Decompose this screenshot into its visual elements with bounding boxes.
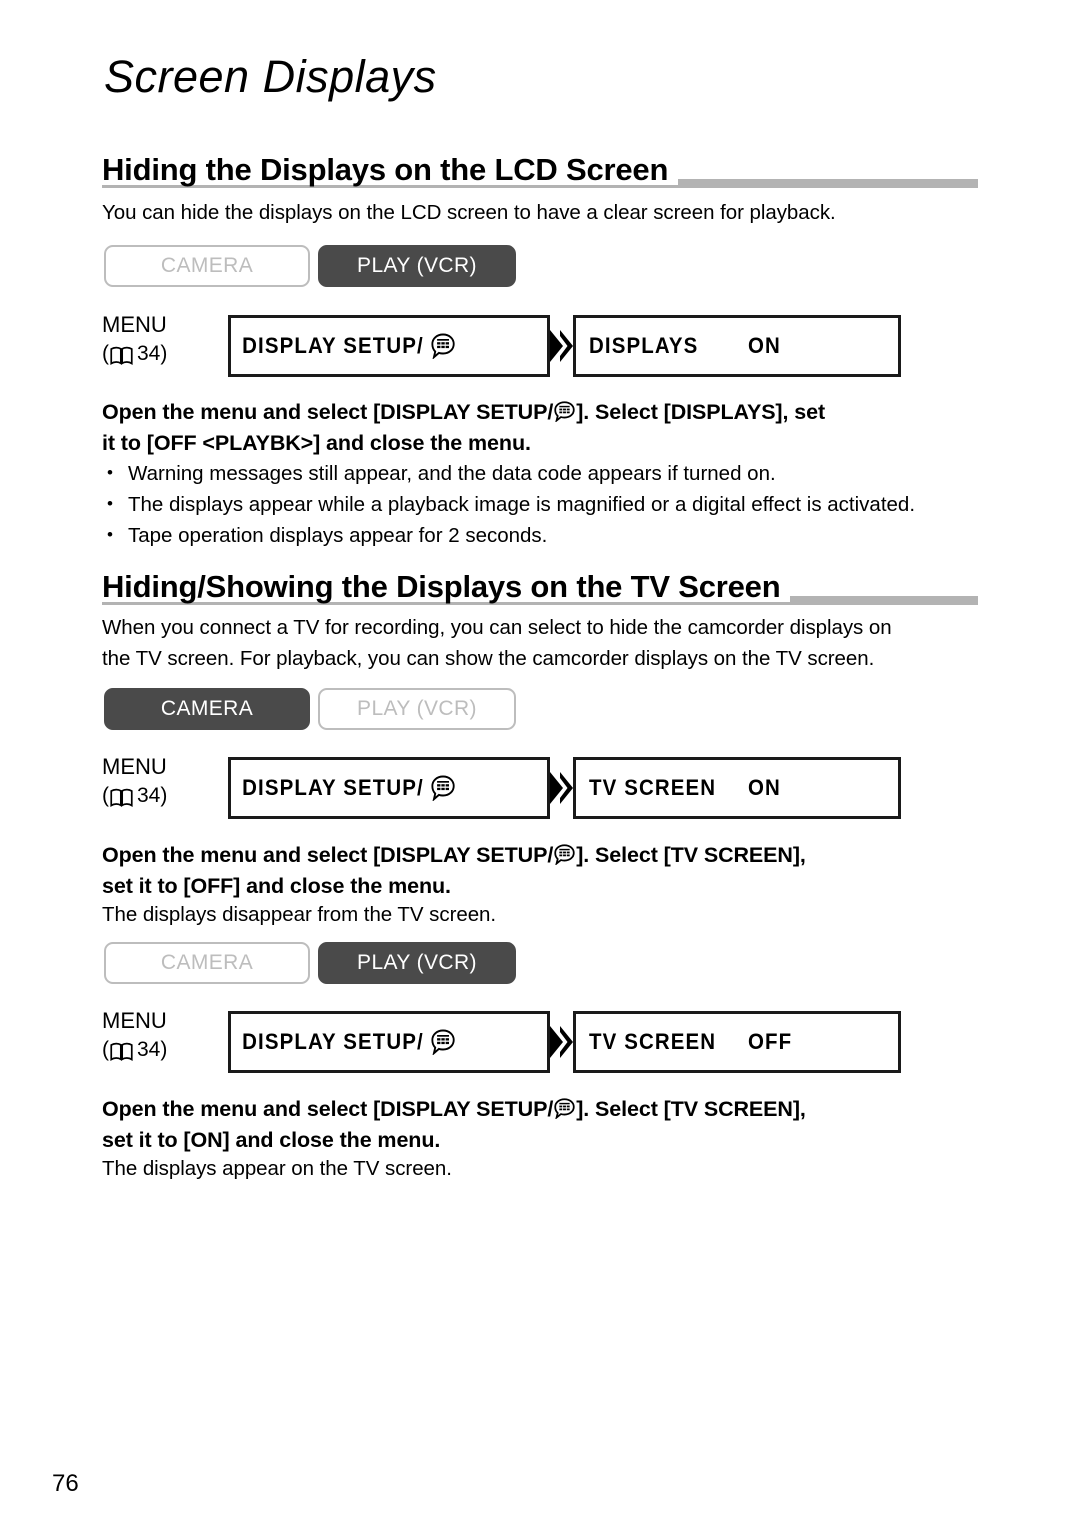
mode-button-camera[interactable]: CAMERA (104, 942, 310, 984)
display-setup-icon (431, 775, 455, 802)
page-title: Screen Displays (104, 51, 437, 102)
menu-page-reference-2: ( 34) (102, 784, 168, 807)
section-1-heading-text: Hiding the Displays on the LCD Screen (102, 154, 679, 185)
section-1-bullets: Warning messages still appear, and the d… (102, 457, 1002, 551)
menu-label-3-text: MENU (102, 1008, 167, 1033)
menu-box-2-value: ON (748, 775, 781, 800)
display-setup-icon (431, 333, 455, 360)
menu-box-2-label: DISPLAYS (589, 333, 699, 358)
section-2-heading: Hiding/Showing the Displays on the TV Sc… (102, 563, 980, 605)
mode-button-play-vcr-label: PLAY (VCR) (357, 697, 477, 720)
menu-label-2: MENU ( 34) (102, 753, 222, 810)
section-1-instruction-line1: Open the menu and select [DISPLAY SETUP/… (102, 400, 826, 424)
menu-box-1-label: DISPLAY SETUP/ (231, 775, 455, 802)
mode-button-play-vcr-label: PLAY (VCR) (357, 951, 477, 974)
menu-box-display-setup-3[interactable]: DISPLAY SETUP/ (228, 1011, 550, 1073)
section-2-intro-line1: When you connect a TV for recording, you… (102, 616, 892, 639)
menu-box-1-label: DISPLAY SETUP/ (231, 333, 455, 360)
section-2-instruction-line2: set it to [OFF] and close the menu. (102, 874, 451, 898)
flow-arrow-icon (549, 1025, 573, 1059)
menu-page-reference-3: ( 34) (102, 1038, 168, 1061)
menu-box-2-value: ON (748, 333, 781, 358)
section-1-instruction-line2: it to [OFF <PLAYBK>] and close the menu. (102, 431, 531, 455)
section-hiding-showing-tv: Hiding/Showing the Displays on the TV Sc… (0, 563, 1080, 605)
section-2-result: The displays disappear from the TV scree… (102, 903, 497, 926)
section-1-intro: You can hide the displays on the LCD scr… (102, 201, 836, 224)
menu-box-2-label: TV SCREEN (589, 775, 717, 800)
mode-button-play-vcr[interactable]: PLAY (VCR) (318, 245, 516, 287)
section-3-result: The displays appear on the TV screen. (102, 1157, 452, 1180)
menu-box-displays-1[interactable]: DISPLAYS ON (573, 315, 901, 377)
menu-label-1-text: MENU (102, 312, 167, 337)
menu-page-reference-1: ( 34) (102, 342, 168, 365)
section-2-heading-text: Hiding/Showing the Displays on the TV Sc… (102, 571, 791, 602)
section-1-instruction: Open the menu and select [DISPLAY SETUP/… (102, 397, 982, 459)
mode-button-camera[interactable]: CAMERA (104, 245, 310, 287)
display-setup-icon (554, 843, 575, 866)
section-1-heading: Hiding the Displays on the LCD Screen (102, 146, 980, 188)
document-page: Screen Displays Hiding the Displays on t… (0, 0, 1080, 1534)
menu-box-2-label: TV SCREEN (589, 1029, 717, 1054)
menu-box-display-setup-1[interactable]: DISPLAY SETUP/ (228, 315, 550, 377)
menu-box-2-value: OFF (748, 1029, 793, 1054)
mode-button-camera-label: CAMERA (160, 254, 254, 277)
section-2-instruction: Open the menu and select [DISPLAY SETUP/… (102, 840, 982, 902)
mode-button-camera[interactable]: CAMERA (104, 688, 310, 730)
mode-button-camera-label: CAMERA (160, 951, 254, 974)
menu-label-3: MENU ( 34) (102, 1007, 222, 1064)
flow-arrow-icon (549, 329, 573, 363)
page-number: 76 (52, 1470, 79, 1497)
section-hiding-lcd: Hiding the Displays on the LCD Screen (0, 146, 1080, 188)
book-icon (110, 345, 133, 365)
list-item: The displays appear while a playback ima… (102, 488, 1002, 520)
menu-box-display-setup-2[interactable]: DISPLAY SETUP/ (228, 757, 550, 819)
list-item: Tape operation displays appear for 2 sec… (102, 519, 1002, 551)
menu-box-1-label: DISPLAY SETUP/ (231, 1029, 455, 1056)
menu-label-2-text: MENU (102, 754, 167, 779)
mode-button-play-vcr-label: PLAY (VCR) (357, 254, 477, 277)
section-2-intro: When you connect a TV for recording, you… (102, 612, 992, 674)
mode-button-play-vcr[interactable]: PLAY (VCR) (318, 688, 516, 730)
menu-label-1: MENU ( 34) (102, 311, 222, 368)
section-2-intro-line2: the TV screen. For playback, you can sho… (102, 647, 875, 670)
book-icon (110, 787, 133, 807)
mode-button-play-vcr[interactable]: PLAY (VCR) (318, 942, 516, 984)
menu-box-tv-screen-3[interactable]: TV SCREEN OFF (573, 1011, 901, 1073)
display-setup-icon (431, 1029, 455, 1056)
mode-button-camera-label: CAMERA (160, 697, 254, 720)
section-2-instruction-line1: Open the menu and select [DISPLAY SETUP/… (102, 843, 806, 867)
display-setup-icon (554, 400, 575, 423)
book-icon (110, 1041, 133, 1061)
menu-box-tv-screen-2[interactable]: TV SCREEN ON (573, 757, 901, 819)
section-3-instruction-line2: set it to [ON] and close the menu. (102, 1128, 441, 1152)
display-setup-icon (554, 1097, 575, 1120)
flow-arrow-icon (549, 771, 573, 805)
list-item: Warning messages still appear, and the d… (102, 457, 1002, 489)
section-3-instruction: Open the menu and select [DISPLAY SETUP/… (102, 1094, 982, 1156)
section-3-instruction-line1: Open the menu and select [DISPLAY SETUP/… (102, 1097, 806, 1121)
